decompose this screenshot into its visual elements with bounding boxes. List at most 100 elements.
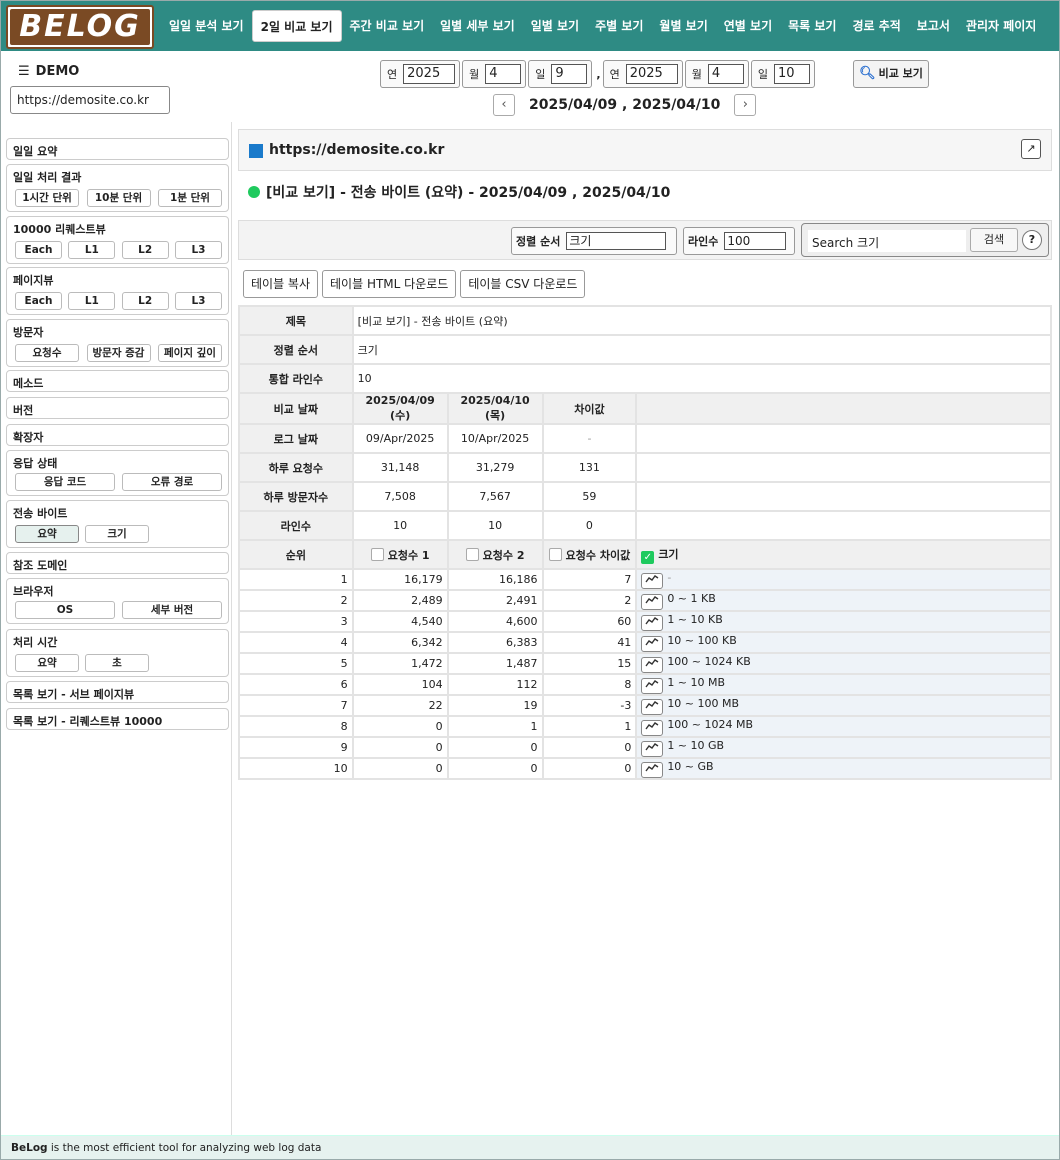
trend-chart-icon[interactable] bbox=[641, 719, 664, 736]
cell-rank: 7 bbox=[238, 694, 354, 717]
html-download-button[interactable]: 테이블 HTML 다운로드 bbox=[322, 270, 457, 298]
btn-browser-version[interactable]: 세부 버전 bbox=[122, 601, 222, 619]
sidebar-item-label: 확장자 bbox=[13, 431, 44, 444]
date1-year-input[interactable]: 2025 bbox=[403, 64, 456, 84]
external-link-icon[interactable]: ↗ bbox=[1021, 139, 1041, 159]
btn-1min[interactable]: 1분 단위 bbox=[158, 189, 222, 207]
site-name: DEMO bbox=[35, 64, 80, 79]
site-menu[interactable]: ☰ DEMO bbox=[18, 64, 79, 79]
btn-visit-requests[interactable]: 요청수 bbox=[15, 344, 79, 362]
search-button[interactable]: 검색 bbox=[970, 228, 1018, 252]
date2-month-input[interactable]: 4 bbox=[707, 64, 744, 84]
col-req2-header[interactable]: 요청수 2 bbox=[446, 539, 544, 570]
col-rank-header[interactable]: 순위 bbox=[238, 539, 354, 570]
date1-month-input[interactable]: 4 bbox=[485, 64, 522, 84]
compare-label: 비교 날짜 bbox=[238, 392, 354, 425]
meta-value: [비교 보기] - 전송 바이트 (요약) bbox=[351, 305, 1053, 336]
compare-row-empty bbox=[635, 423, 1052, 454]
sidebar-item-extension[interactable]: 확장자 bbox=[6, 424, 229, 446]
col-size-header[interactable]: ✓ 크기 bbox=[635, 539, 1052, 570]
nav-tab-admin[interactable]: 관리자 페이지 bbox=[958, 10, 1044, 42]
checkbox-size-checked[interactable]: ✓ bbox=[641, 550, 655, 564]
btn-pv-each[interactable]: Each bbox=[15, 292, 62, 310]
btn-error-path[interactable]: 오류 경로 bbox=[122, 473, 222, 491]
nav-tab-path-trace[interactable]: 경로 추적 bbox=[844, 10, 908, 42]
nav-tab-daily-detail[interactable]: 일별 세부 보기 bbox=[432, 10, 523, 42]
search-input[interactable]: Search 크기 bbox=[808, 230, 966, 252]
btn-1hour[interactable]: 1시간 단위 bbox=[15, 189, 79, 207]
nav-tab-monthly[interactable]: 월별 보기 bbox=[651, 10, 715, 42]
copy-table-button[interactable]: 테이블 복사 bbox=[243, 270, 319, 298]
sidebar-section-visitors: 방문자 요청수 방문자 증감 페이지 깊이 bbox=[6, 319, 229, 367]
date2-day-group: 일 10 bbox=[750, 60, 815, 88]
nav-tab-list[interactable]: 목록 보기 bbox=[780, 10, 844, 42]
compare-row-d2: 10 bbox=[446, 510, 544, 541]
help-icon[interactable]: ? bbox=[1022, 230, 1042, 250]
compare-button[interactable]: 🔍︎ 비교 보기 bbox=[853, 60, 929, 88]
sidebar-item-list-req[interactable]: 목록 보기 - 리퀘스트뷰 10000 bbox=[6, 708, 229, 730]
site-url-select[interactable]: https://demosite.co.kr bbox=[10, 86, 170, 114]
trend-chart-icon[interactable] bbox=[641, 740, 664, 757]
trend-chart-icon[interactable] bbox=[641, 761, 664, 778]
btn-pv-l3[interactable]: L3 bbox=[174, 292, 222, 310]
btn-browser-os[interactable]: OS bbox=[15, 601, 115, 619]
btn-bytes-summary[interactable]: 요약 bbox=[15, 525, 79, 543]
checkbox-req1[interactable] bbox=[370, 547, 384, 561]
sort-order-select[interactable]: 크기 bbox=[566, 232, 667, 250]
btn-req-each[interactable]: Each bbox=[15, 241, 62, 259]
btn-visit-depth[interactable]: 페이지 깊이 bbox=[158, 344, 222, 362]
size-label: 1 ~ 10 MB bbox=[667, 675, 726, 689]
trend-chart-icon[interactable] bbox=[641, 593, 664, 610]
col-diff-header[interactable]: 요청수 차이값 bbox=[541, 539, 638, 570]
btn-visit-change[interactable]: 방문자 증감 bbox=[86, 344, 151, 362]
nav-tab-weekly-compare[interactable]: 주간 비교 보기 bbox=[342, 10, 433, 42]
checkbox-diff[interactable] bbox=[548, 547, 562, 561]
sidebar-item-referer[interactable]: 참조 도메인 bbox=[6, 552, 229, 574]
sidebar-item-method[interactable]: 메소드 bbox=[6, 370, 229, 392]
trend-chart-icon[interactable] bbox=[641, 614, 664, 631]
csv-download-button[interactable]: 테이블 CSV 다운로드 bbox=[460, 270, 586, 298]
nav-tab-2day-compare[interactable]: 2일 비교 보기 bbox=[251, 10, 342, 42]
hamburger-icon[interactable]: ☰ bbox=[18, 64, 30, 79]
compare-row-d1: 31,148 bbox=[351, 452, 449, 483]
nav-tab-report[interactable]: 보고서 bbox=[909, 10, 958, 42]
sidebar-item-daily-summary[interactable]: 일일 요약 bbox=[6, 138, 229, 160]
btn-req-l3[interactable]: L3 bbox=[174, 241, 222, 259]
btn-ptime-summary[interactable]: 요약 bbox=[15, 654, 79, 672]
date2-year-input[interactable]: 2025 bbox=[625, 64, 678, 84]
btn-10min[interactable]: 10분 단위 bbox=[86, 189, 151, 207]
trend-chart-icon[interactable] bbox=[641, 635, 664, 652]
nav-tab-daily[interactable]: 일별 보기 bbox=[523, 10, 587, 42]
lines-input[interactable]: 100 bbox=[724, 232, 787, 250]
btn-status-code[interactable]: 응답 코드 bbox=[15, 473, 115, 491]
btn-bytes-size[interactable]: 크기 bbox=[85, 525, 149, 543]
btn-pv-l2[interactable]: L2 bbox=[121, 292, 169, 310]
size-label: 10 ~ 100 MB bbox=[667, 696, 740, 710]
btn-ptime-seconds[interactable]: 초 bbox=[85, 654, 149, 672]
btn-req-l1[interactable]: L1 bbox=[68, 241, 116, 259]
col-req1-header[interactable]: 요청수 1 bbox=[351, 539, 449, 570]
sidebar-item-version[interactable]: 버전 bbox=[6, 397, 229, 419]
sidebar-item-list-sub[interactable]: 목록 보기 - 서브 페이지뷰 bbox=[6, 681, 229, 703]
compare-row-diff: - bbox=[541, 423, 638, 454]
trend-chart-icon[interactable] bbox=[641, 677, 664, 694]
belog-logo[interactable]: BELOG bbox=[6, 5, 154, 49]
compare-row-label: 로그 날짜 bbox=[238, 423, 354, 454]
trend-chart-icon[interactable] bbox=[641, 572, 664, 589]
btn-pv-l1[interactable]: L1 bbox=[68, 292, 116, 310]
nav-tab-yearly[interactable]: 연별 보기 bbox=[716, 10, 780, 42]
compare-empty bbox=[635, 392, 1052, 425]
nav-tab-weekly[interactable]: 주별 보기 bbox=[587, 10, 651, 42]
date2-day-input[interactable]: 10 bbox=[773, 64, 810, 84]
date1-day-input[interactable]: 9 bbox=[551, 64, 588, 84]
checkbox-req2[interactable] bbox=[465, 547, 479, 561]
chevron-right-icon[interactable]: › bbox=[734, 94, 757, 116]
compare-row-d2: 7,567 bbox=[446, 481, 544, 512]
nav-tab-daily-analysis[interactable]: 일일 분석 보기 bbox=[161, 10, 252, 42]
size-label: 100 ~ 1024 MB bbox=[667, 717, 754, 731]
btn-req-l2[interactable]: L2 bbox=[121, 241, 169, 259]
trend-chart-icon[interactable] bbox=[641, 656, 664, 673]
cell-req2: 112 bbox=[446, 673, 544, 696]
chevron-left-icon[interactable]: ‹ bbox=[493, 94, 515, 116]
trend-chart-icon[interactable] bbox=[641, 698, 664, 715]
